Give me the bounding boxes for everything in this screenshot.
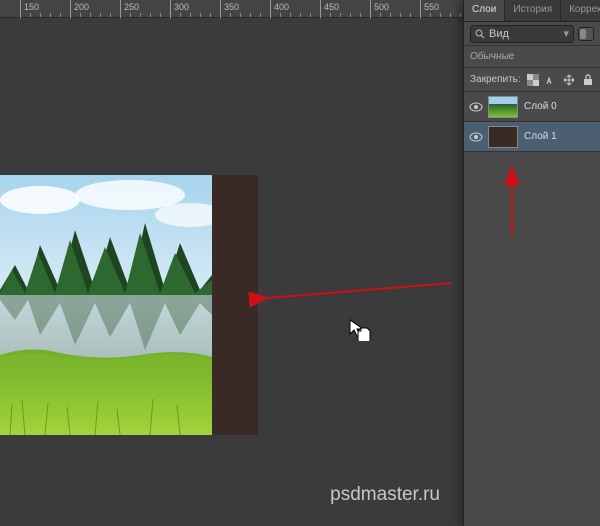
ruler-tick: 300	[170, 0, 171, 18]
visibility-toggle[interactable]	[464, 102, 488, 112]
filter-toggle[interactable]	[578, 27, 594, 41]
canvas-document[interactable]	[0, 175, 258, 435]
layer-thumbnail[interactable]	[488, 126, 518, 148]
layers-filter-row: Вид ▾	[464, 22, 600, 46]
ruler-tick: 250	[120, 0, 121, 18]
blend-mode-dropdown[interactable]: Обычные	[464, 46, 600, 68]
ruler-tick: 550	[420, 0, 421, 18]
search-icon	[475, 29, 485, 39]
tab-history[interactable]: История	[505, 0, 561, 21]
tab-layers[interactable]: Слои	[464, 0, 505, 21]
lock-position-icon[interactable]	[563, 73, 575, 87]
blend-mode-label: Обычные	[470, 51, 514, 62]
ruler-tick: 500	[370, 0, 371, 18]
ruler-tick: 400	[270, 0, 271, 18]
layer-item-1[interactable]: Слой 1	[464, 122, 600, 152]
lock-all-icon[interactable]	[582, 73, 594, 87]
ruler-tick: 200	[70, 0, 71, 18]
lock-row: Закрепить:	[464, 68, 600, 92]
layer-filter-dropdown[interactable]: Вид ▾	[470, 25, 574, 43]
layer-thumbnail[interactable]	[488, 96, 518, 118]
tab-corrections[interactable]: Коррекция	[561, 0, 600, 21]
ruler-tick: 450	[320, 0, 321, 18]
visibility-toggle[interactable]	[464, 132, 488, 142]
layer-name[interactable]: Слой 1	[524, 131, 557, 142]
document-image	[0, 175, 212, 435]
ruler-tick: 350	[220, 0, 221, 18]
layers-panel: Слои История Коррекция Вид ▾ Обычные Зак…	[463, 0, 600, 526]
panel-tabs: Слои История Коррекция	[464, 0, 600, 22]
layer-name[interactable]: Слой 0	[524, 101, 557, 112]
ruler-tick: 150	[20, 0, 21, 18]
lock-pixels-icon[interactable]	[545, 73, 557, 87]
lock-transparency-icon[interactable]	[527, 73, 539, 87]
lock-row-label: Закрепить:	[470, 74, 521, 85]
canvas-area[interactable]: 150 200 250 300 350 400 450 500 550	[0, 0, 463, 526]
layer-list: Слой 0 Слой 1	[464, 92, 600, 152]
chevron-down-icon: ▾	[563, 27, 569, 40]
layer-filter-label: Вид	[489, 28, 509, 40]
ruler-horizontal: 150 200 250 300 350 400 450 500 550	[0, 0, 463, 18]
layer-item-0[interactable]: Слой 0	[464, 92, 600, 122]
watermark: psdmaster.ru	[330, 484, 440, 506]
